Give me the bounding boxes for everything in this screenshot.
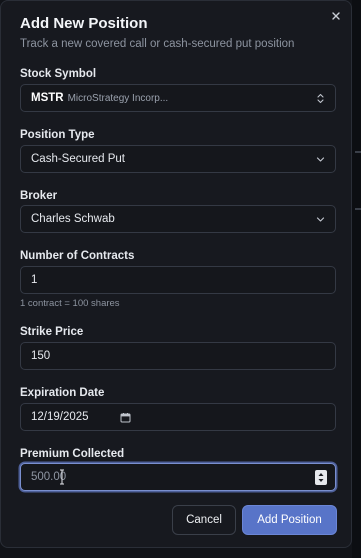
- edge-mark: [355, 208, 361, 210]
- chevron-up-down-icon: [317, 93, 324, 104]
- stock-symbol-label: Stock Symbol: [20, 68, 97, 80]
- dialog-title: Add New Position: [20, 15, 148, 32]
- cancel-button[interactable]: Cancel: [172, 505, 236, 535]
- position-type-label: Position Type: [20, 129, 95, 141]
- stock-ticker: MSTR: [31, 92, 64, 104]
- broker-label: Broker: [20, 190, 58, 202]
- strike-price-value: 150: [31, 350, 51, 362]
- background-edge: [352, 0, 361, 558]
- position-type-value: Cash-Secured Put: [31, 153, 125, 165]
- close-icon[interactable]: [328, 8, 344, 24]
- premium-input[interactable]: 500.00: [20, 463, 336, 491]
- calendar-icon[interactable]: [120, 412, 131, 423]
- text-cursor-icon: [60, 469, 64, 485]
- stock-company-name: MicroStrategy Incorp...: [67, 93, 169, 104]
- stock-symbol-select[interactable]: MSTR MicroStrategy Incorp...: [20, 84, 336, 112]
- strike-price-label: Strike Price: [20, 326, 84, 338]
- contracts-value: 1: [31, 274, 38, 286]
- contracts-hint: 1 contract = 100 shares: [20, 298, 120, 309]
- expiration-date-label: Expiration Date: [20, 387, 105, 399]
- strike-price-input[interactable]: 150: [20, 342, 336, 370]
- contracts-input[interactable]: 1: [20, 266, 336, 294]
- edge-mark: [355, 151, 361, 153]
- add-position-button[interactable]: Add Position: [242, 505, 337, 535]
- premium-label: Premium Collected: [20, 448, 125, 460]
- dialog-subtitle: Track a new covered call or cash-secured…: [20, 38, 295, 50]
- stock-symbol-value: MSTR MicroStrategy Incorp...: [31, 92, 168, 104]
- expiration-date-value: 12/19/2025: [31, 411, 89, 423]
- position-type-select[interactable]: Cash-Secured Put: [20, 145, 336, 173]
- broker-select[interactable]: Charles Schwab: [20, 205, 336, 233]
- broker-value: Charles Schwab: [31, 213, 115, 225]
- expiration-date-input[interactable]: 12/19/2025: [20, 403, 336, 431]
- contracts-label: Number of Contracts: [20, 250, 135, 262]
- chevron-down-icon: [316, 217, 325, 222]
- chevron-down-icon: [316, 157, 325, 162]
- add-position-dialog: Add New Position Track a new covered cal…: [0, 0, 352, 548]
- number-spinner-icon[interactable]: [315, 470, 327, 485]
